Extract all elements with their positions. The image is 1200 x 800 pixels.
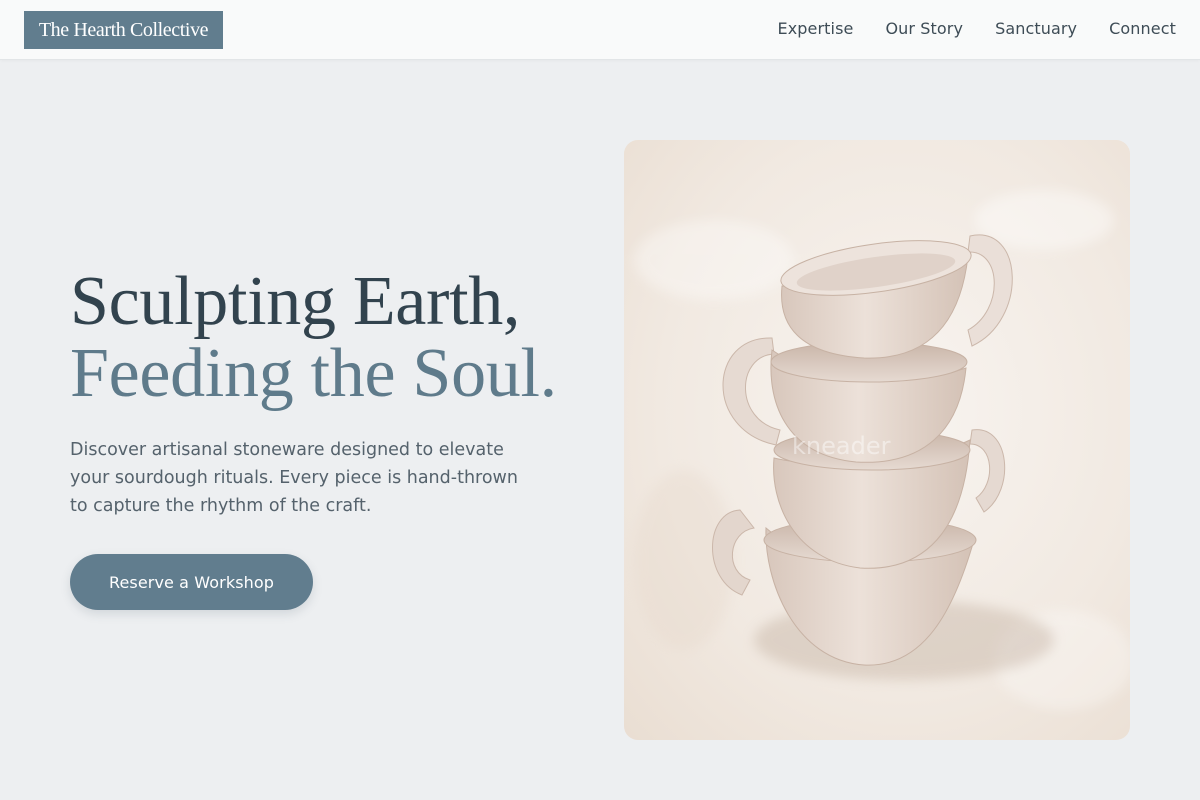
- nav-link-connect[interactable]: Connect: [1109, 19, 1176, 38]
- reserve-workshop-button[interactable]: Reserve a Workshop: [70, 554, 313, 610]
- hero-description: Discover artisanal stoneware designed to…: [70, 440, 518, 516]
- main-nav: Expertise Our Story Sanctuary Connect: [778, 0, 1176, 56]
- hero-text-block: Sculpting Earth, Feeding the Soul. Disco…: [70, 266, 610, 520]
- nav-link-sanctuary[interactable]: Sanctuary: [995, 19, 1077, 38]
- nav-link-our-story[interactable]: Our Story: [885, 19, 963, 38]
- hero-image-stacked-cups: kneader: [624, 140, 1130, 740]
- image-watermark: kneader: [792, 432, 891, 460]
- hero-headline-line2: Feeding the Soul.: [70, 335, 557, 412]
- hero-headline-line1: Sculpting Earth,: [70, 263, 521, 340]
- top-navigation-bar: The Hearth Collective Expertise Our Stor…: [0, 0, 1200, 60]
- brand-logo[interactable]: The Hearth Collective: [24, 11, 223, 49]
- hero-headline: Sculpting Earth, Feeding the Soul.: [70, 266, 610, 410]
- nav-link-expertise[interactable]: Expertise: [778, 19, 854, 38]
